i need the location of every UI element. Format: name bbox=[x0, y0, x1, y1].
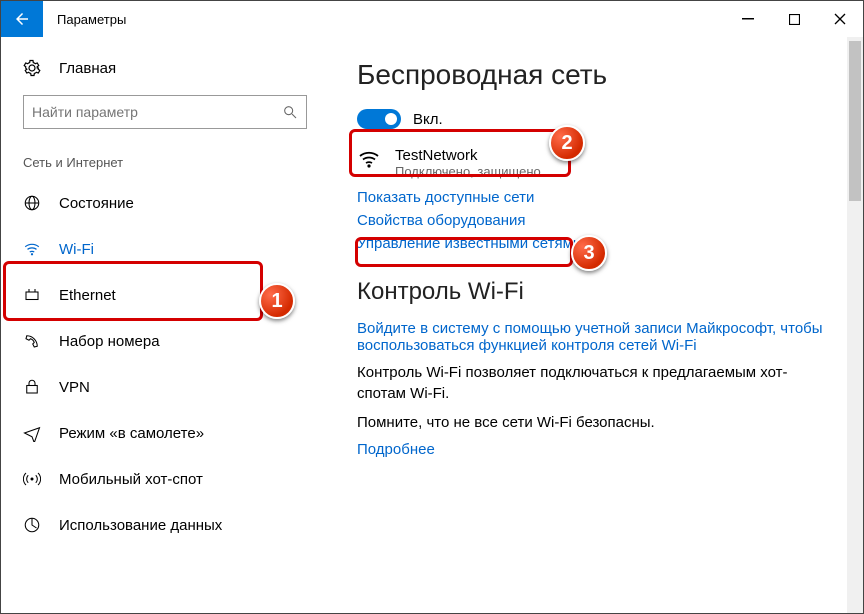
airplane-icon bbox=[23, 424, 41, 442]
wifi-icon bbox=[357, 147, 381, 171]
sidebar-item-datausage[interactable]: Использование данных bbox=[1, 502, 329, 548]
link-show-networks[interactable]: Показать доступные сети bbox=[357, 189, 835, 206]
window-title: Параметры bbox=[57, 12, 725, 27]
link-more[interactable]: Подробнее bbox=[357, 441, 835, 458]
gear-icon bbox=[23, 59, 41, 77]
network-name: TestNetwork bbox=[395, 147, 541, 164]
sidebar-home-label: Главная bbox=[59, 60, 116, 77]
close-button[interactable] bbox=[817, 1, 863, 37]
minimize-icon bbox=[742, 13, 754, 25]
wifi-toggle-label: Вкл. bbox=[413, 111, 443, 128]
sidebar-item-dialup[interactable]: Набор номера bbox=[1, 318, 329, 364]
scrollbar[interactable] bbox=[847, 37, 863, 613]
sidebar-item-label: Мобильный хот-спот bbox=[59, 471, 203, 488]
main-panel: Беспроводная сеть Вкл. TestNetwork Подкл… bbox=[329, 37, 863, 613]
search-box[interactable] bbox=[23, 95, 307, 129]
wifi-toggle[interactable] bbox=[357, 109, 401, 129]
close-icon bbox=[834, 13, 846, 25]
sidebar-item-status[interactable]: Состояние bbox=[1, 180, 329, 226]
annotation-badge-3: 3 bbox=[571, 235, 607, 271]
search-icon bbox=[282, 104, 298, 120]
sidebar-item-vpn[interactable]: VPN bbox=[1, 364, 329, 410]
heading-control: Контроль Wi-Fi bbox=[357, 278, 835, 306]
back-button[interactable] bbox=[1, 1, 43, 37]
maximize-button[interactable] bbox=[771, 1, 817, 37]
sidebar-item-label: Режим «в самолете» bbox=[59, 425, 204, 442]
maximize-icon bbox=[789, 14, 800, 25]
link-hw-properties[interactable]: Свойства оборудования bbox=[357, 212, 835, 229]
minimize-button[interactable] bbox=[725, 1, 771, 37]
ethernet-icon bbox=[23, 286, 41, 304]
control-warn: Помните, что не все сети Wi-Fi безопасны… bbox=[357, 412, 835, 433]
sidebar-item-label: Ethernet bbox=[59, 287, 116, 304]
sidebar-item-label: Набор номера bbox=[59, 333, 160, 350]
dialup-icon bbox=[23, 332, 41, 350]
sidebar-home[interactable]: Главная bbox=[1, 53, 329, 87]
datausage-icon bbox=[23, 516, 41, 534]
sidebar-item-airplane[interactable]: Режим «в самолете» bbox=[1, 410, 329, 456]
network-status: Подключено, защищено bbox=[395, 164, 541, 179]
sidebar-item-wifi[interactable]: Wi-Fi bbox=[1, 226, 329, 272]
globe-icon bbox=[23, 194, 41, 212]
sidebar-item-label: VPN bbox=[59, 379, 90, 396]
heading-wifi: Беспроводная сеть bbox=[357, 59, 835, 91]
sidebar-item-hotspot[interactable]: Мобильный хот-спот bbox=[1, 456, 329, 502]
hotspot-icon bbox=[23, 470, 41, 488]
arrow-left-icon bbox=[13, 10, 31, 28]
scrollbar-thumb[interactable] bbox=[849, 41, 861, 201]
annotation-badge-2: 2 bbox=[549, 125, 585, 161]
sidebar-item-label: Wi-Fi bbox=[59, 241, 94, 258]
section-label: Сеть и Интернет bbox=[1, 137, 329, 180]
search-input[interactable] bbox=[32, 104, 282, 120]
control-desc: Контроль Wi-Fi позволяет подключаться к … bbox=[357, 362, 835, 404]
wifi-icon bbox=[23, 240, 41, 258]
link-signin[interactable]: Войдите в систему с помощью учетной запи… bbox=[357, 320, 835, 354]
vpn-icon bbox=[23, 378, 41, 396]
sidebar-item-label: Состояние bbox=[59, 195, 134, 212]
sidebar-item-label: Использование данных bbox=[59, 517, 222, 534]
annotation-badge-1: 1 bbox=[259, 283, 295, 319]
sidebar: Главная Сеть и Интернет Состояние Wi-Fi … bbox=[1, 37, 329, 613]
